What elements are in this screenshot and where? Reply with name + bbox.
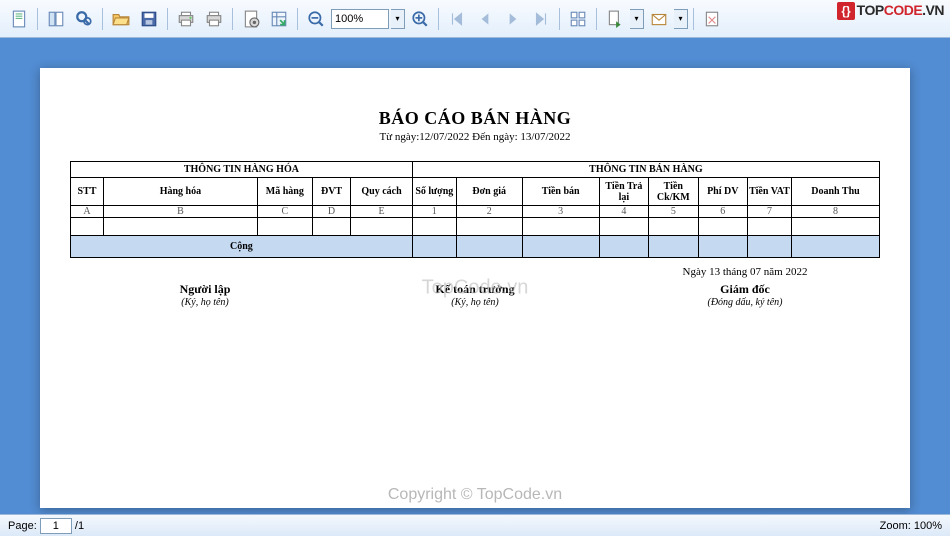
subcol-d: D — [312, 206, 350, 218]
prev-page-button[interactable] — [472, 6, 498, 32]
signature-row: Người lập (Ký, họ tên) Kế toán trưởng (K… — [70, 266, 880, 308]
page-label: Page: — [8, 520, 37, 532]
subcol-b: B — [103, 206, 257, 218]
first-page-button[interactable] — [444, 6, 470, 32]
signature-director: Ngày 13 tháng 07 năm 2022 Giám đốc (Đóng… — [610, 266, 880, 308]
scale-button[interactable] — [266, 6, 292, 32]
email-button[interactable] — [646, 6, 672, 32]
col-tienban: Tiền bán — [522, 178, 599, 206]
col-tienck: Tiền Ck/KM — [649, 178, 698, 206]
multipage-button[interactable] — [565, 6, 591, 32]
sig-note-3: (Đóng dấu, ký tên) — [610, 297, 880, 308]
export-button[interactable] — [602, 6, 628, 32]
report-table: THÔNG TIN HÀNG HÓA THÔNG TIN BÁN HÀNG ST… — [70, 161, 880, 258]
signature-preparer: Người lập (Ký, họ tên) — [70, 266, 340, 308]
quick-print-button[interactable] — [201, 6, 227, 32]
brand-logo: {} TOPCODE.VN — [837, 2, 944, 20]
header-group-goods: THÔNG TIN HÀNG HÓA — [71, 162, 413, 178]
save-button[interactable] — [136, 6, 162, 32]
total-row: Cộng — [71, 236, 880, 258]
col-dvt: ĐVT — [312, 178, 350, 206]
sig-date: Ngày 13 tháng 07 năm 2022 — [610, 266, 880, 278]
print-button[interactable] — [173, 6, 199, 32]
page-current-input[interactable] — [40, 518, 72, 534]
subcol-a: A — [71, 206, 104, 218]
col-tienvat: Tiền VAT — [748, 178, 792, 206]
email-dropdown[interactable]: ▾ — [674, 9, 688, 29]
zoom-label: Zoom: — [880, 520, 911, 532]
col-quycach: Quy cách — [351, 178, 413, 206]
subcol-6: 6 — [698, 206, 747, 218]
subcol-2: 2 — [456, 206, 522, 218]
col-tientralai: Tiền Trả lại — [599, 178, 648, 206]
sig-note-2: (Ký, họ tên) — [340, 297, 610, 308]
zoom-dropdown[interactable]: ▾ — [391, 9, 405, 29]
zoom-input[interactable] — [331, 9, 389, 29]
total-label: Cộng — [71, 236, 413, 258]
toolbar: ▾ ▾ ▾ — [0, 0, 950, 38]
col-stt: STT — [71, 178, 104, 206]
report-page: BÁO CÁO BÁN HÀNG Từ ngày:12/07/2022 Đến … — [40, 68, 910, 508]
subcol-5: 5 — [649, 206, 698, 218]
subcol-7: 7 — [748, 206, 792, 218]
logo-suffix: .VN — [922, 2, 944, 18]
col-doanhthu: Doanh Thu — [791, 178, 879, 206]
open-button[interactable] — [108, 6, 134, 32]
zoom-value: 100% — [914, 520, 942, 532]
sig-note-1: (Ký, họ tên) — [70, 297, 340, 308]
watermark-button[interactable] — [699, 6, 725, 32]
export-dropdown[interactable]: ▾ — [630, 9, 644, 29]
col-hanghoa: Hàng hóa — [103, 178, 257, 206]
table-row — [71, 218, 880, 236]
report-date-range: Từ ngày:12/07/2022 Đến ngày: 13/07/2022 — [70, 131, 880, 143]
sig-role-1: Người lập — [70, 282, 340, 297]
subcol-4: 4 — [599, 206, 648, 218]
page-total: 1 — [78, 520, 84, 532]
subcol-8: 8 — [791, 206, 879, 218]
report-title: BÁO CÁO BÁN HÀNG — [70, 108, 880, 129]
col-mahang: Mã hàng — [257, 178, 312, 206]
col-phidv: Phí DV — [698, 178, 747, 206]
last-page-button[interactable] — [528, 6, 554, 32]
signature-accountant: Kế toán trưởng (Ký, họ tên) — [340, 266, 610, 308]
find-button[interactable] — [71, 6, 97, 32]
subcol-c: C — [257, 206, 312, 218]
zoom-in-button[interactable] — [407, 6, 433, 32]
sig-role-2: Kế toán trưởng — [340, 282, 610, 297]
logo-text-1: TOP — [857, 2, 884, 18]
status-bar: Page: / 1 Zoom: 100% — [0, 514, 950, 536]
document-map-button[interactable] — [43, 6, 69, 32]
col-soluong: Số lượng — [412, 178, 456, 206]
next-page-button[interactable] — [500, 6, 526, 32]
subcol-3: 3 — [522, 206, 599, 218]
logo-glyph-icon: {} — [837, 2, 854, 20]
parameters-button[interactable] — [6, 6, 32, 32]
logo-text-2: CODE — [884, 2, 922, 18]
header-group-sales: THÔNG TIN BÁN HÀNG — [412, 162, 879, 178]
subcol-1: 1 — [412, 206, 456, 218]
subcol-e: E — [351, 206, 413, 218]
zoom-out-button[interactable] — [303, 6, 329, 32]
page-setup-button[interactable] — [238, 6, 264, 32]
sig-role-3: Giám đốc — [610, 282, 880, 297]
col-dongia: Đơn giá — [456, 178, 522, 206]
document-viewer[interactable]: BÁO CÁO BÁN HÀNG Từ ngày:12/07/2022 Đến … — [0, 38, 950, 514]
